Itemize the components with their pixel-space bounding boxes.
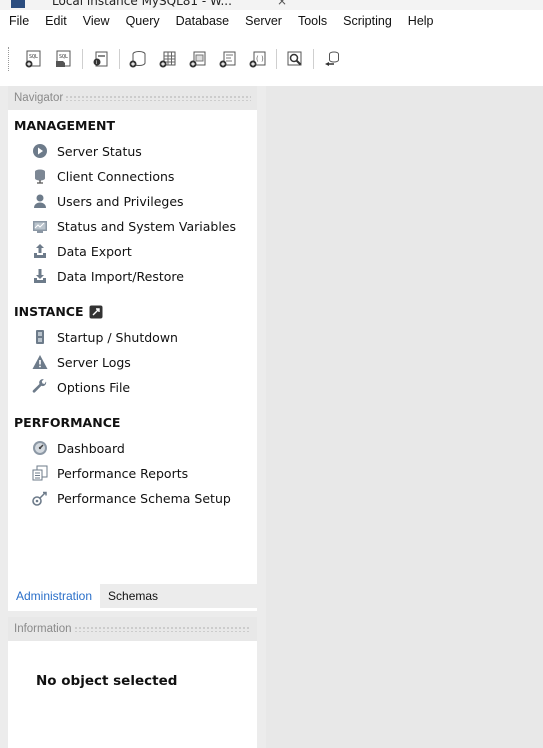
main-content-area — [266, 86, 543, 748]
home-icon[interactable] — [11, 0, 25, 8]
create-schema-icon[interactable] — [127, 48, 149, 70]
instance-settings-icon[interactable] — [89, 305, 103, 319]
nav-data-export[interactable]: Data Export — [32, 241, 132, 261]
information-header: Information — [8, 617, 257, 641]
warning-icon — [32, 354, 48, 370]
window-titlebar: Local instance MySQL81 - W... × — [0, 0, 543, 10]
nav-server-logs[interactable]: Server Logs — [32, 352, 131, 372]
tab-schemas[interactable]: Schemas — [100, 584, 166, 608]
schema-setup-icon — [32, 490, 48, 506]
data-export-icon — [32, 243, 48, 259]
header-grip — [65, 95, 251, 101]
svg-text:SQL: SQL — [29, 54, 38, 60]
nav-item-label: Options File — [57, 379, 131, 395]
reconnect-icon[interactable] — [321, 48, 343, 70]
connection-tab[interactable]: Local instance MySQL81 - W... × — [52, 0, 292, 10]
menu-help[interactable]: Help — [400, 14, 442, 28]
menu-scripting[interactable]: Scripting — [335, 14, 400, 28]
navigator-tabs: Administration Schemas — [8, 584, 257, 608]
svg-text:i: i — [96, 60, 97, 66]
toolbar-separator — [276, 49, 277, 69]
nav-item-label: Data Export — [57, 243, 132, 259]
nav-item-label: Server Status — [57, 143, 142, 159]
dashboard-icon — [32, 440, 48, 456]
toolbar-separator — [82, 49, 83, 69]
nav-client-connections[interactable]: Client Connections — [32, 166, 174, 186]
menu-file[interactable]: File — [0, 14, 37, 28]
open-sql-script-icon[interactable]: SQL — [53, 48, 75, 70]
nav-item-label: Users and Privileges — [57, 193, 184, 209]
nav-options-file[interactable]: Options File — [32, 377, 130, 397]
search-table-data-icon[interactable] — [284, 48, 306, 70]
tab-administration[interactable]: Administration — [8, 584, 101, 608]
nav-startup-shutdown[interactable]: Startup / Shutdown — [32, 327, 178, 347]
navigator-title: Navigator — [14, 92, 64, 104]
information-title: Information — [14, 623, 72, 635]
new-sql-tab-icon[interactable]: SQL — [23, 48, 45, 70]
nav-item-label: Client Connections — [57, 168, 175, 184]
menu-bar: File Edit View Query Database Server Too… — [0, 10, 543, 32]
reports-icon — [32, 465, 48, 481]
no-selection-message: No object selected — [36, 673, 178, 689]
navigator-panel: Navigator MANAGEMENT Server Status Clien… — [8, 86, 257, 611]
nav-item-label: Performance Reports — [57, 465, 189, 481]
menu-query[interactable]: Query — [118, 14, 168, 28]
nav-server-status[interactable]: Server Status — [32, 141, 142, 161]
section-instance: INSTANCE — [14, 304, 103, 319]
create-function-icon[interactable]: ( ) — [247, 48, 269, 70]
header-grip — [73, 626, 251, 632]
svg-text:SQL: SQL — [59, 54, 68, 60]
nav-item-label: Server Logs — [57, 354, 131, 370]
menu-server[interactable]: Server — [237, 14, 290, 28]
nav-data-import[interactable]: Data Import/Restore — [32, 266, 184, 286]
data-import-icon — [32, 268, 48, 284]
users-icon — [32, 193, 48, 209]
nav-item-label: Startup / Shutdown — [57, 329, 178, 345]
nav-item-label: Dashboard — [57, 440, 125, 456]
create-table-icon[interactable] — [157, 48, 179, 70]
inspector-icon[interactable]: i — [90, 48, 112, 70]
nav-item-label: Performance Schema Setup — [57, 490, 231, 506]
menu-edit[interactable]: Edit — [37, 14, 75, 28]
navigator-header: Navigator — [8, 86, 257, 110]
main-toolbar: SQL SQL i ( ) — [0, 32, 543, 86]
connection-tab-label: Local instance MySQL81 - W... — [52, 0, 232, 8]
create-procedure-icon[interactable] — [217, 48, 239, 70]
section-management: MANAGEMENT — [14, 118, 116, 133]
nav-performance-schema-setup[interactable]: Performance Schema Setup — [32, 488, 231, 508]
nav-item-label: Data Import/Restore — [57, 268, 184, 284]
nav-dashboard[interactable]: Dashboard — [32, 438, 125, 458]
toolbar-separator — [313, 49, 314, 69]
wrench-icon — [32, 379, 48, 395]
toolbar-grip — [8, 47, 13, 71]
client-connections-icon — [32, 168, 48, 184]
svg-text:( ): ( ) — [256, 55, 264, 63]
server-status-icon — [32, 143, 48, 159]
menu-view[interactable]: View — [75, 14, 118, 28]
nav-performance-reports[interactable]: Performance Reports — [32, 463, 188, 483]
menu-database[interactable]: Database — [168, 14, 238, 28]
information-panel: Information No object selected — [8, 617, 257, 748]
nav-status-variables[interactable]: Status and System Variables — [32, 216, 236, 236]
create-view-icon[interactable] — [187, 48, 209, 70]
startup-icon — [32, 329, 48, 345]
menu-tools[interactable]: Tools — [290, 14, 335, 28]
nav-users-privileges[interactable]: Users and Privileges — [32, 191, 184, 211]
close-tab-icon[interactable]: × — [277, 0, 287, 10]
section-instance-label: INSTANCE — [14, 304, 84, 319]
nav-item-label: Status and System Variables — [57, 218, 237, 234]
toolbar-separator — [119, 49, 120, 69]
variables-icon — [32, 218, 48, 234]
section-performance: PERFORMANCE — [14, 415, 121, 430]
